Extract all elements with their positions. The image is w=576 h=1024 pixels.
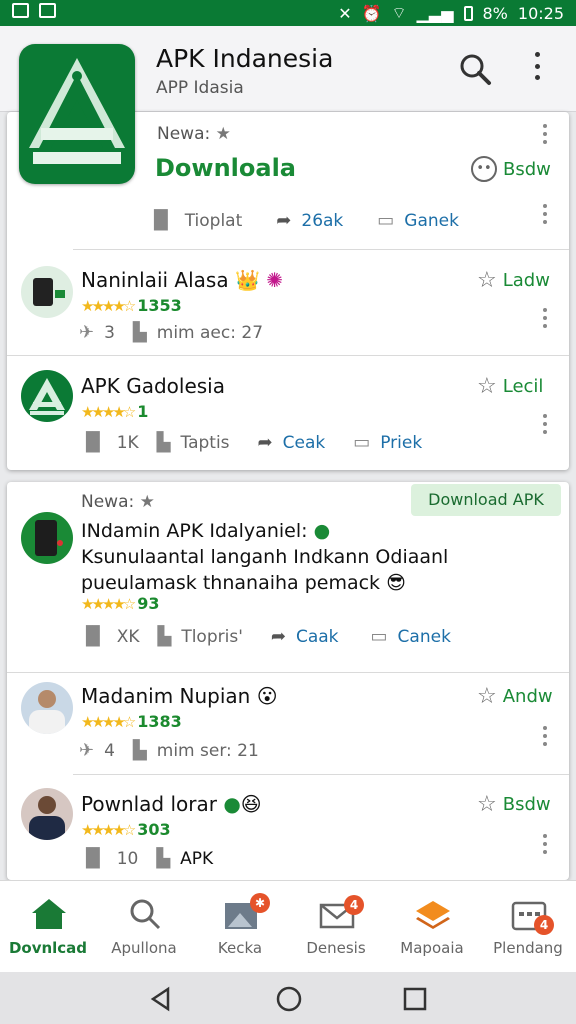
pin-icon: ✈ — [79, 740, 95, 761]
app-avatar — [21, 512, 73, 564]
layers-icon — [416, 901, 450, 929]
more-icon[interactable] — [542, 308, 548, 328]
search-icon[interactable] — [458, 52, 492, 86]
notification-badge: 4 — [534, 915, 554, 935]
app-name[interactable]: Madanim Nupian 😮 — [81, 684, 278, 708]
app-meta: ✈ 4 ▙ mim ser: 21 — [79, 740, 259, 761]
window-icon: ▭ — [377, 210, 395, 231]
notification-badge: 4 — [344, 895, 364, 915]
nav-label: Plendang — [493, 939, 563, 957]
download-button[interactable]: ☆ Lecil — [477, 374, 543, 399]
home-button-icon[interactable] — [275, 985, 303, 1013]
battery-icon — [463, 5, 473, 21]
app-logo — [19, 44, 135, 184]
app-avatar — [21, 266, 73, 318]
nav-item-download[interactable]: Dovnlcad — [0, 881, 96, 973]
nav-item-denesis[interactable]: 4 Denesis — [288, 881, 384, 973]
app-rating: ★★★★☆ 1383 — [81, 712, 182, 731]
app-name[interactable]: APK Gadolesia — [81, 374, 225, 398]
nav-label: Kecka — [217, 939, 263, 957]
chart-icon: ▐▌ — [147, 210, 175, 231]
stats-icon: ▙ — [132, 740, 147, 761]
featured-meta: ▐▌ Tioplat ➦ 26ak ▭ Ganek — [147, 210, 459, 231]
more-icon[interactable] — [542, 414, 548, 434]
download-button[interactable]: ☆ Bsdw — [477, 792, 551, 817]
app-name[interactable]: Naninlaii Alasa 👑 ✺ — [81, 268, 283, 292]
app-avatar — [21, 370, 73, 422]
share-icon: ➦ — [276, 210, 292, 231]
home-icon — [32, 899, 66, 929]
app-rating: ★★★★☆ 93 — [81, 594, 160, 613]
back-icon[interactable] — [148, 986, 174, 1012]
chart-icon: ▐▌ — [79, 626, 107, 647]
app-rating: ★★★★☆ 1353 — [81, 296, 182, 315]
nav-label: Mapoaia — [400, 939, 464, 957]
window-icon: ▭ — [370, 626, 388, 647]
user-avatar — [21, 682, 73, 734]
app-meta: ▐▌ 1K ▙ Taptis ➦ Ceak ▭ Priek — [79, 432, 423, 453]
nav-item-kecka[interactable]: ✱ Kecka — [192, 881, 288, 973]
notification-badge: ✱ — [250, 893, 270, 913]
app-meta: ✈ 3 ▙ mim aec: 27 — [79, 322, 264, 343]
app-meta: ▐▌ 10 ▙ APK — [79, 848, 214, 869]
star-outline-icon: ☆ — [477, 268, 497, 293]
featured-description[interactable]: INdamin APK Idalyaniel: ● Ksunulaantal l… — [81, 518, 448, 596]
star-icon: ★ — [215, 124, 231, 144]
download-apk-button[interactable]: Download APK — [411, 484, 561, 516]
nav-label: Denesis — [306, 939, 366, 957]
chart-icon: ▐▌ — [79, 432, 107, 453]
featured-tag: Newa: ★ — [81, 492, 155, 512]
download-button[interactable]: ☆ Ladw — [477, 268, 550, 293]
star-outline-icon: ☆ — [477, 792, 497, 817]
nav-item-mapoaia[interactable]: Mapoaia — [384, 881, 480, 973]
more-icon[interactable] — [542, 124, 548, 144]
emoji-icon: •• — [471, 156, 497, 182]
stats-icon: ▙ — [132, 322, 147, 343]
image-notification-icon — [39, 3, 56, 18]
app-rating: ★★★★☆ 303 — [81, 820, 171, 839]
system-navigation-bar — [0, 972, 576, 1024]
app-rating: ★★★★☆ 1 — [81, 402, 149, 421]
clock: 10:25 — [517, 3, 564, 23]
nav-item-search[interactable]: Apullona — [96, 881, 192, 973]
stats-icon: ▙ — [156, 432, 171, 453]
user-avatar — [21, 788, 73, 840]
more-icon[interactable] — [542, 726, 548, 746]
more-icon[interactable] — [542, 204, 548, 224]
featured-action-button[interactable]: •• Bsdw — [471, 156, 551, 182]
stats-icon: ▙ — [157, 626, 172, 647]
battery-level: 8% — [482, 3, 508, 23]
featured-title[interactable]: Downloala — [155, 154, 296, 182]
nav-label: Apullona — [111, 939, 177, 957]
app-meta: ▐▌ XK ▙ Tlopris' ➦ Caak ▭ Canek — [79, 626, 451, 647]
alarm-icon: ⏰ — [361, 3, 382, 23]
wifi-icon: ⌔ — [391, 3, 407, 22]
app-title: APK Indanesia — [156, 44, 334, 73]
share-icon: ➦ — [270, 626, 286, 647]
app-subtitle: APP Idasia — [156, 78, 244, 98]
lock-icon — [12, 3, 29, 18]
download-button[interactable]: ☆ Andw — [477, 684, 553, 709]
pin-icon: ✈ — [79, 322, 95, 343]
status-bar: ✕ ⏰ ⌔ ▁▃▅ 8% 10:25 — [0, 0, 576, 26]
app-list-card: Newa: ★ Download APK INdamin APK Idalyan… — [7, 482, 569, 880]
search-icon — [130, 899, 161, 930]
app-name[interactable]: Pownlad lorar ●😆 — [81, 792, 262, 816]
bottom-navigation: Dovnlcad Apullona ✱ Kecka 4 Denesis Mapo… — [0, 880, 576, 972]
featured-tag: Newa: ★ — [157, 124, 231, 144]
window-icon: ▭ — [353, 432, 371, 453]
mute-icon: ✕ — [338, 3, 352, 23]
nav-label: Dovnlcad — [8, 939, 88, 957]
more-icon[interactable] — [542, 834, 548, 854]
recents-icon[interactable] — [403, 987, 427, 1011]
overflow-menu-icon[interactable] — [534, 52, 540, 80]
chart-icon: ▐▌ — [79, 848, 107, 869]
share-icon: ➦ — [257, 432, 273, 453]
star-outline-icon: ☆ — [477, 374, 497, 399]
stats-icon: ▙ — [156, 848, 171, 869]
nav-item-plendang[interactable]: 4 Plendang — [480, 881, 576, 973]
star-outline-icon: ☆ — [477, 684, 497, 709]
signal-icon: ▁▃▅ — [416, 3, 454, 23]
